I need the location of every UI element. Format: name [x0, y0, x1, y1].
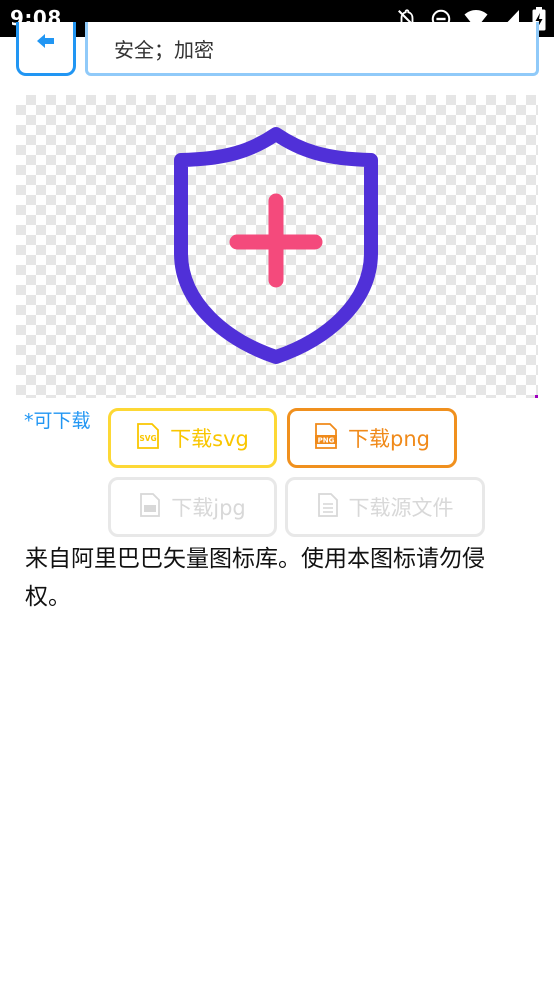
- download-jpg-label: 下载jpg: [171, 496, 246, 520]
- svg-text:SVG: SVG: [139, 434, 156, 443]
- download-png-button[interactable]: PNG 下载png: [287, 408, 457, 468]
- arrow-left-icon: [37, 33, 55, 52]
- svg-file-icon: SVG: [136, 422, 160, 454]
- png-file-icon: PNG: [314, 422, 338, 454]
- icon-preview: [16, 95, 538, 398]
- shield-plus-icon: [171, 125, 381, 369]
- back-button[interactable]: [16, 22, 76, 76]
- download-png-label: 下载png: [348, 427, 430, 451]
- download-svg-label: 下载svg: [170, 427, 249, 451]
- download-source-label: 下载源文件: [348, 496, 454, 520]
- search-input[interactable]: 安全；加密: [85, 22, 539, 76]
- svg-text:PNG: PNG: [318, 436, 335, 444]
- preview-corner-marker: [535, 395, 538, 398]
- download-source-button[interactable]: 下载源文件: [285, 477, 485, 537]
- download-jpg-button[interactable]: 下载jpg: [108, 477, 277, 537]
- jpg-file-icon: [139, 492, 161, 522]
- search-query-text: 安全；加密: [114, 38, 214, 62]
- download-svg-button[interactable]: SVG 下载svg: [108, 408, 277, 468]
- copyright-notice: 来自阿里巴巴矢量图标库。使用本图标请勿侵权。: [25, 546, 485, 610]
- downloadable-label: *可下载: [24, 410, 91, 432]
- document-icon: [317, 492, 339, 522]
